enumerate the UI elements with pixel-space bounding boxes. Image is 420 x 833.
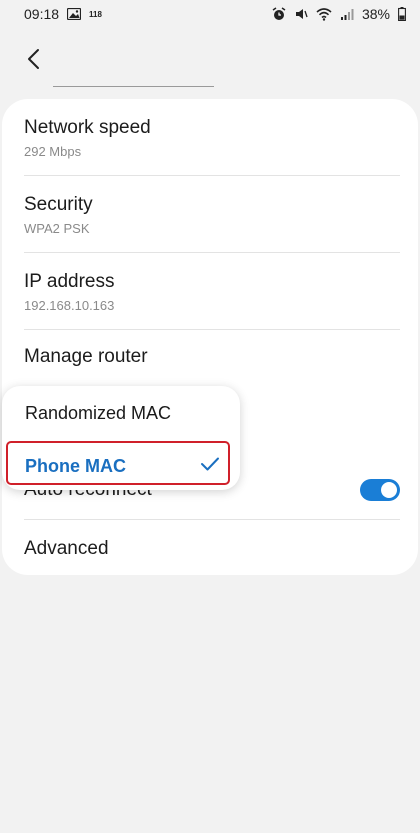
security-value: WPA2 PSK xyxy=(24,221,90,236)
notification-count: 118 xyxy=(89,9,102,19)
option-phone-mac[interactable]: Phone MAC xyxy=(2,442,240,490)
mac-address-popup: Randomized MAC Phone MAC xyxy=(2,386,240,490)
ip-address-value: 192.168.10.163 xyxy=(24,298,115,313)
status-bar-left: 09:18 118 xyxy=(24,6,102,22)
auto-reconnect-toggle[interactable] xyxy=(360,479,400,501)
status-bar-right: 38% xyxy=(272,6,406,22)
title-field-underline xyxy=(53,86,214,87)
toggle-knob xyxy=(381,482,397,498)
network-speed-value: 292 Mbps xyxy=(24,144,82,159)
security-row: Security WPA2 PSK xyxy=(24,176,400,253)
checkmark-icon xyxy=(201,457,219,471)
chevron-left-icon xyxy=(28,49,39,69)
network-speed-label: Network speed xyxy=(24,117,151,138)
advanced-row[interactable]: Advanced xyxy=(24,520,400,575)
manage-router-label: Manage router xyxy=(24,346,148,367)
mute-icon xyxy=(294,7,308,21)
wifi-icon xyxy=(316,7,332,21)
back-button[interactable] xyxy=(16,42,50,76)
ip-address-label: IP address xyxy=(24,271,115,292)
alarm-icon xyxy=(272,7,286,21)
gallery-icon xyxy=(67,8,82,20)
network-speed-row: Network speed 292 Mbps xyxy=(24,99,400,176)
manage-router-row[interactable]: Manage router xyxy=(24,330,400,386)
ip-address-row: IP address 192.168.10.163 xyxy=(24,253,400,330)
option-label: Randomized MAC xyxy=(25,402,172,423)
battery-percent: 38% xyxy=(361,6,390,22)
battery-icon xyxy=(398,7,406,21)
network-details-card: Network speed 292 Mbps Security WPA2 PSK… xyxy=(2,99,418,575)
option-label: Phone MAC xyxy=(25,455,126,476)
option-randomized-mac[interactable]: Randomized MAC xyxy=(2,389,240,437)
signal-icon xyxy=(340,8,354,20)
clock: 09:18 xyxy=(24,6,60,22)
advanced-label: Advanced xyxy=(24,538,109,559)
status-bar: 09:18 118 38% xyxy=(0,0,420,28)
security-label: Security xyxy=(24,194,93,215)
